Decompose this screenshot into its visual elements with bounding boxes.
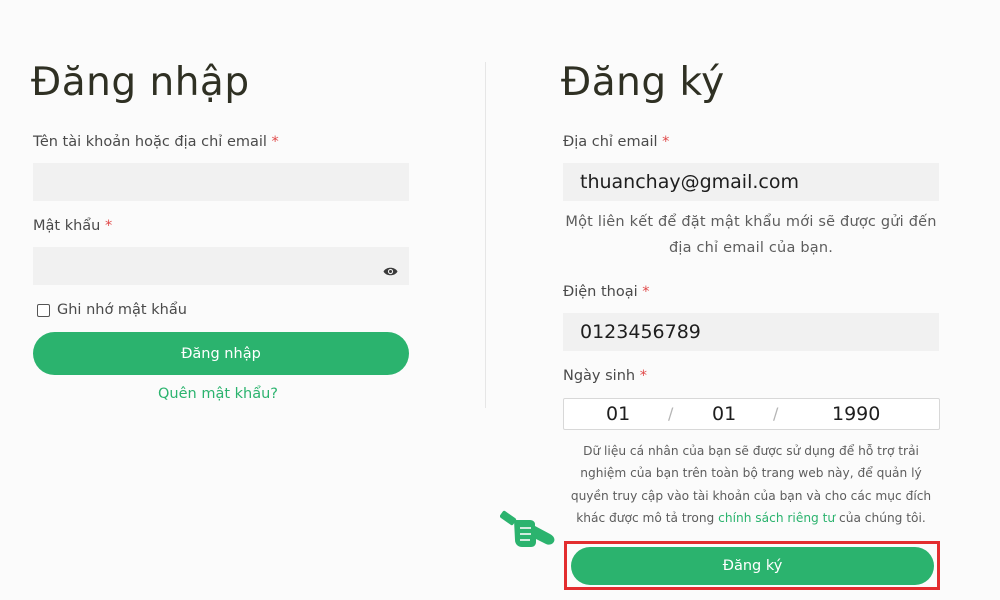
date-separator: /	[668, 404, 674, 423]
column-divider	[485, 62, 486, 408]
remember-checkbox[interactable]	[37, 303, 50, 317]
register-highlight-frame: Đăng ký	[564, 541, 940, 590]
privacy-policy-link[interactable]: chính sách riêng tư	[718, 511, 835, 525]
login-button[interactable]: Đăng nhập	[33, 332, 409, 375]
remember-label: Ghi nhớ mật khẩu	[57, 302, 187, 318]
forgot-password-link[interactable]: Quên mật khẩu?	[158, 386, 278, 402]
phone-label: Điện thoại *	[563, 284, 650, 300]
birthday-day-field[interactable]: 01	[606, 403, 630, 425]
email-label: Địa chỉ email *	[563, 134, 670, 150]
required-mark: *	[104, 218, 113, 234]
privacy-notice: Dữ liệu cá nhân của bạn sẽ được sử dụng …	[570, 444, 932, 525]
phone-input[interactable]: 0123456789	[563, 313, 939, 351]
required-mark: *	[642, 284, 650, 300]
birthday-input: 01 / 01 / 1990	[563, 398, 940, 430]
remember-me[interactable]: Ghi nhớ mật khẩu	[37, 302, 187, 318]
birthday-year-field[interactable]: 1990	[832, 403, 880, 425]
birthday-month-field[interactable]: 01	[712, 403, 736, 425]
register-title: Đăng ký	[561, 60, 725, 105]
required-mark: *	[662, 134, 670, 150]
birthday-label: Ngày sinh *	[563, 368, 647, 384]
username-input[interactable]	[33, 163, 409, 201]
pointing-hand-icon	[499, 506, 558, 550]
login-title: Đăng nhập	[31, 60, 250, 105]
username-label: Tên tài khoản hoặc địa chỉ email *	[33, 134, 279, 150]
password-input[interactable]	[33, 247, 409, 285]
required-mark: *	[639, 368, 647, 384]
eye-icon[interactable]	[383, 260, 398, 276]
email-hint: Một liên kết để đặt mật khẩu mới sẽ được…	[565, 214, 937, 256]
email-input[interactable]: thuanchay@gmail.com	[563, 163, 939, 201]
date-separator: /	[773, 404, 779, 423]
password-label: Mật khẩu *	[33, 218, 113, 234]
register-button[interactable]: Đăng ký	[571, 547, 934, 585]
required-mark: *	[271, 134, 279, 150]
